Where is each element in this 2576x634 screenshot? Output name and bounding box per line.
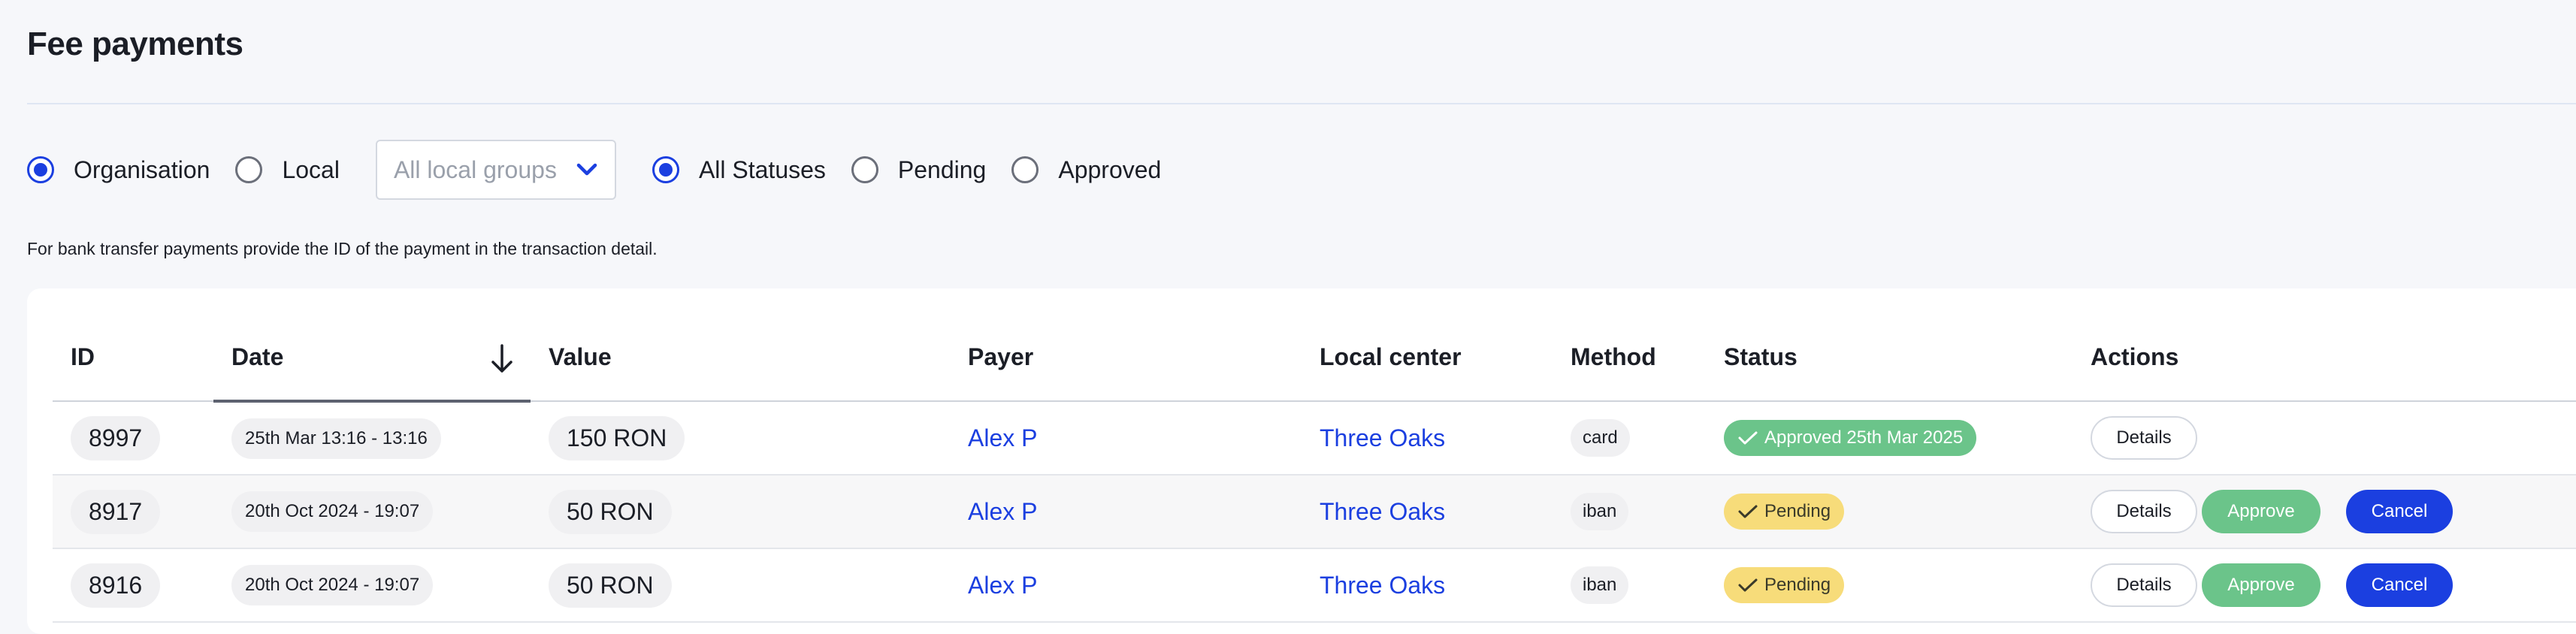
- check-icon: [1738, 578, 1758, 592]
- title-divider: [27, 103, 2576, 104]
- table-row: 8916 20th Oct 2024 - 19:07 50 RON Alex P…: [53, 548, 2576, 623]
- radio-all-statuses-indicator[interactable]: [652, 156, 679, 183]
- table-header-row: ID Date Value Payer Local center Method …: [53, 314, 2576, 403]
- column-header-actions: Actions: [2073, 314, 2576, 402]
- radio-pending-indicator[interactable]: [851, 156, 878, 183]
- radio-pending-label: Pending: [897, 155, 987, 183]
- payment-value: 50 RON: [549, 563, 672, 608]
- column-header-payer[interactable]: Payer: [950, 314, 1302, 402]
- payments-table: ID Date Value Payer Local center Method …: [53, 314, 2576, 623]
- radio-approved-label: Approved: [1058, 155, 1162, 183]
- arrow-down-icon[interactable]: [488, 343, 516, 376]
- page-title: Fee payments: [27, 26, 243, 62]
- status-badge-label: Pending: [1764, 501, 1831, 521]
- local-center-link[interactable]: Three Oaks: [1320, 572, 1445, 599]
- local-group-select[interactable]: All local groups: [375, 140, 616, 200]
- column-header-value[interactable]: Value: [531, 314, 950, 402]
- column-header-local-center[interactable]: Local center: [1302, 314, 1553, 402]
- details-button[interactable]: Details: [2091, 490, 2197, 533]
- status-badge: Approved 25th Mar 2025: [1724, 420, 1977, 456]
- column-header-method[interactable]: Method: [1553, 314, 1706, 402]
- status-badge: Pending: [1724, 494, 1845, 530]
- radio-local-label: Local: [282, 155, 340, 183]
- payment-id: 8997: [71, 415, 161, 460]
- cancel-button[interactable]: Cancel: [2346, 490, 2453, 533]
- payment-value: 50 RON: [549, 489, 672, 534]
- radio-organisation-indicator[interactable]: [27, 156, 54, 183]
- radio-all-statuses[interactable]: All Statuses: [652, 156, 826, 184]
- payment-value: 150 RON: [549, 415, 685, 460]
- chevron-down-icon: [576, 163, 597, 176]
- column-header-id[interactable]: ID: [53, 314, 213, 402]
- radio-all-statuses-label: All Statuses: [698, 155, 826, 183]
- local-center-link[interactable]: Three Oaks: [1320, 424, 1445, 451]
- info-text: For bank transfer payments provide the I…: [27, 239, 658, 258]
- check-icon: [1738, 505, 1758, 518]
- payment-method: card: [1571, 419, 1630, 457]
- payments-table-card: ID Date Value Payer Local center Method …: [27, 288, 2576, 634]
- approve-button[interactable]: Approve: [2202, 490, 2321, 533]
- check-icon: [1738, 431, 1758, 445]
- payment-method: iban: [1571, 493, 1629, 530]
- payment-method: iban: [1571, 566, 1629, 604]
- radio-local[interactable]: Local: [235, 156, 340, 184]
- radio-organisation-label: Organisation: [74, 155, 210, 183]
- local-center-link[interactable]: Three Oaks: [1320, 498, 1445, 525]
- status-badge-label: Approved 25th Mar 2025: [1764, 427, 1964, 448]
- cancel-button[interactable]: Cancel: [2346, 563, 2453, 607]
- payment-id: 8916: [71, 563, 161, 608]
- column-header-date-label: Date: [231, 343, 284, 370]
- table-row: 8997 25th Mar 13:16 - 13:16 150 RON Alex…: [53, 401, 2576, 476]
- local-group-select-placeholder: All local groups: [393, 155, 557, 183]
- status-badge: Pending: [1724, 567, 1845, 603]
- radio-organisation[interactable]: Organisation: [27, 156, 210, 184]
- approve-button[interactable]: Approve: [2202, 563, 2321, 607]
- radio-approved[interactable]: Approved: [1011, 156, 1161, 184]
- payer-link[interactable]: Alex P: [968, 424, 1037, 451]
- filter-bar: Organisation Local All local groups All …: [27, 140, 1161, 200]
- radio-approved-indicator[interactable]: [1011, 156, 1039, 183]
- payer-link[interactable]: Alex P: [968, 498, 1037, 525]
- payment-date: 25th Mar 13:16 - 13:16: [231, 418, 441, 459]
- column-header-date[interactable]: Date: [213, 314, 531, 403]
- payment-id: 8917: [71, 489, 161, 534]
- details-button[interactable]: Details: [2091, 416, 2197, 460]
- payer-link[interactable]: Alex P: [968, 572, 1037, 599]
- radio-local-indicator[interactable]: [235, 156, 263, 183]
- table-row: 8917 20th Oct 2024 - 19:07 50 RON Alex P…: [53, 475, 2576, 549]
- payment-date: 20th Oct 2024 - 19:07: [231, 565, 434, 605]
- radio-pending[interactable]: Pending: [851, 156, 986, 184]
- status-badge-label: Pending: [1764, 575, 1831, 595]
- details-button[interactable]: Details: [2091, 563, 2197, 607]
- payment-date: 20th Oct 2024 - 19:07: [231, 491, 434, 532]
- column-header-status[interactable]: Status: [1706, 314, 2073, 402]
